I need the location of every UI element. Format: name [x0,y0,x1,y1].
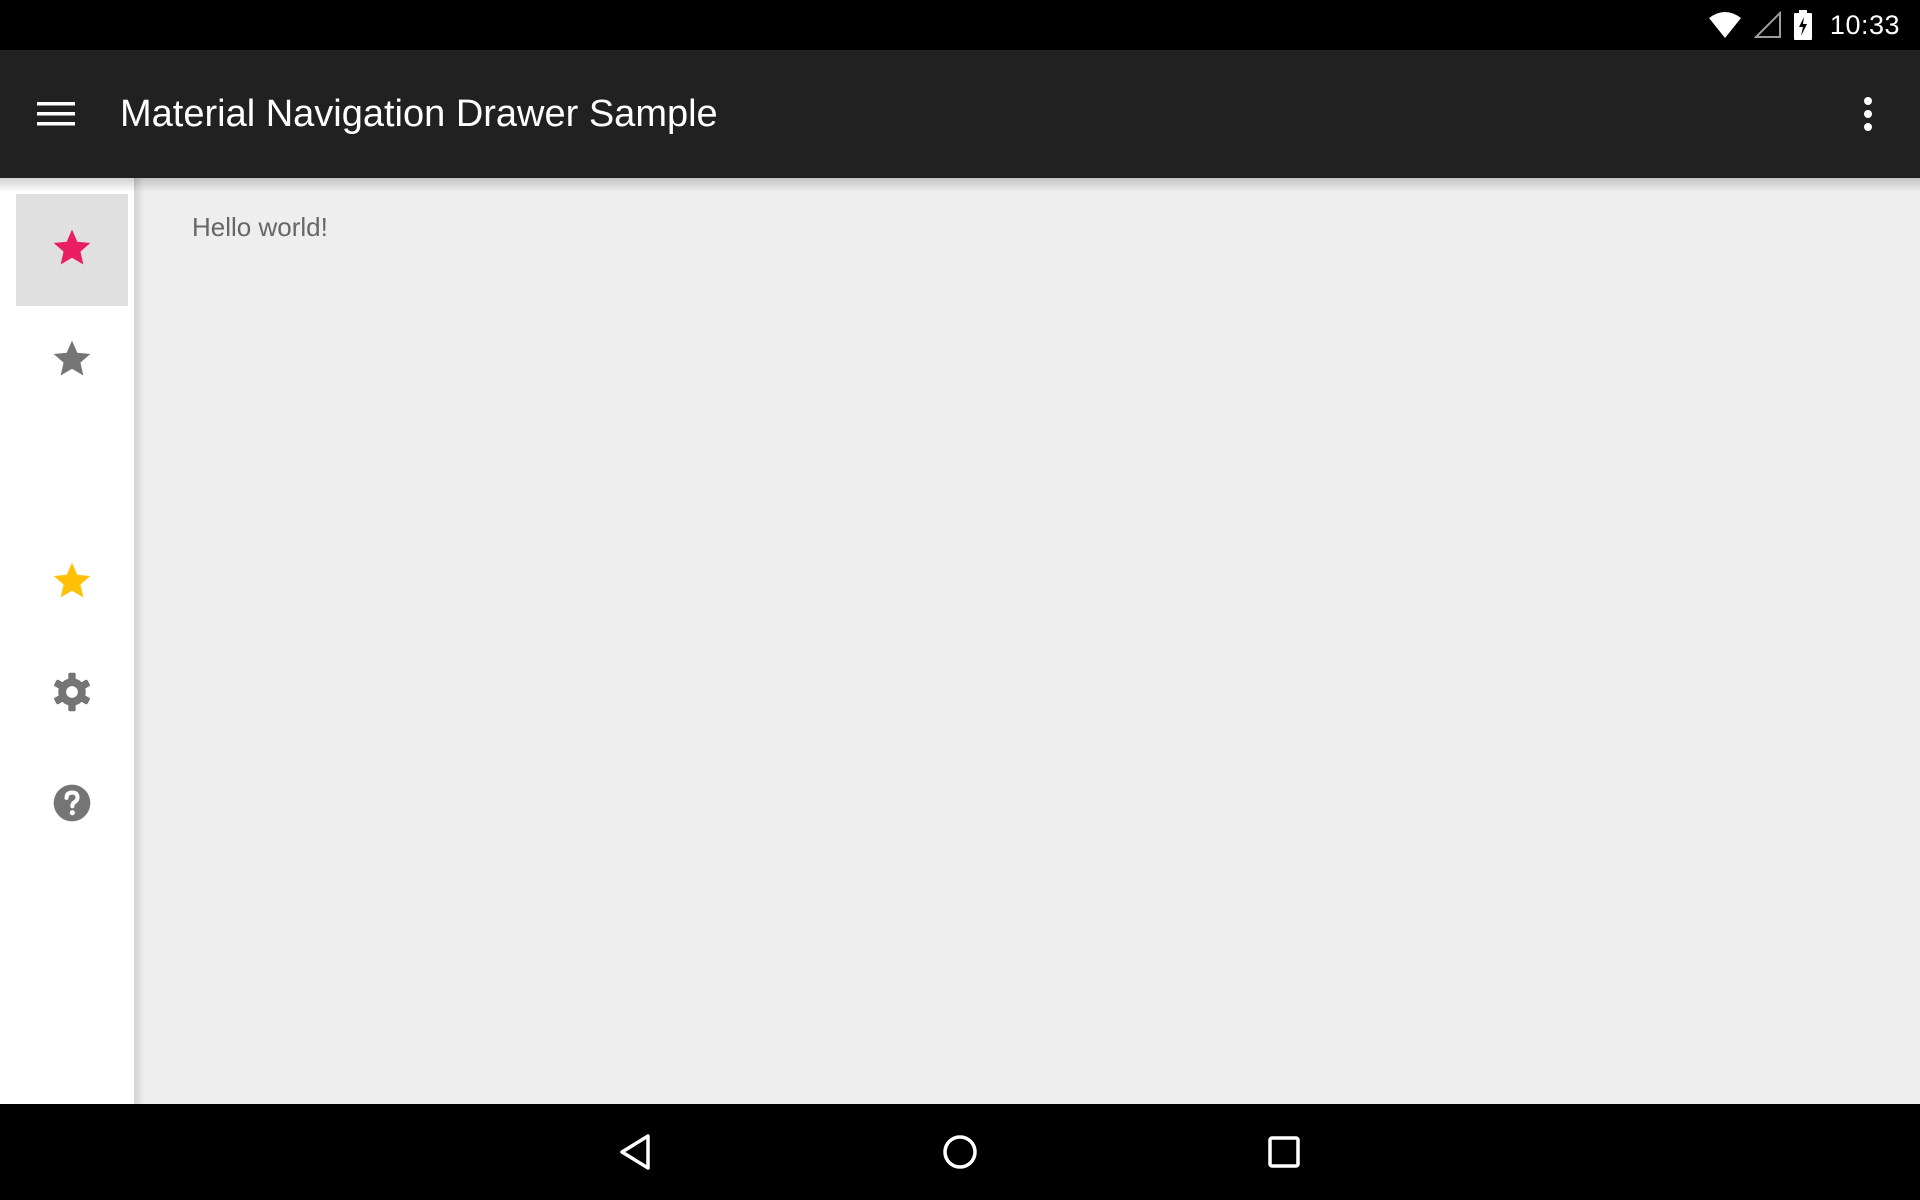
hello-text: Hello world! [192,212,328,242]
content-area: Hello world! [0,178,1920,1104]
drawer-shadow [134,178,144,1104]
drawer-item-settings[interactable] [16,638,128,750]
mini-navigation-drawer [0,178,134,1104]
hamburger-menu-icon[interactable] [24,84,88,144]
android-screen: 10:33 Material Navigation Drawer Sample [0,0,1920,1200]
star-icon [50,559,94,608]
home-icon[interactable] [928,1122,992,1182]
app-bar-shadow [0,178,1920,192]
status-icons: 10:33 [1708,0,1900,50]
star-icon [50,337,94,386]
drawer-item-3[interactable] [16,527,128,639]
app-bar: Material Navigation Drawer Sample [0,50,1920,178]
cellular-signal-icon [1753,11,1782,39]
more-vert-icon[interactable] [1844,84,1892,144]
wifi-icon [1708,11,1742,39]
status-clock: 10:33 [1829,9,1900,40]
app-title: Material Navigation Drawer Sample [120,93,718,135]
star-icon [50,226,94,275]
drawer-item-1[interactable] [16,194,128,306]
recents-icon[interactable] [1252,1122,1316,1182]
back-icon[interactable] [604,1122,668,1182]
drawer-item-help[interactable] [16,749,128,861]
system-navigation-bar [0,1104,1920,1200]
help-icon [50,781,94,830]
drawer-item-2[interactable] [16,305,128,417]
status-bar: 10:33 [0,0,1920,50]
battery-charging-icon [1793,10,1812,40]
settings-gear-icon [50,670,94,719]
